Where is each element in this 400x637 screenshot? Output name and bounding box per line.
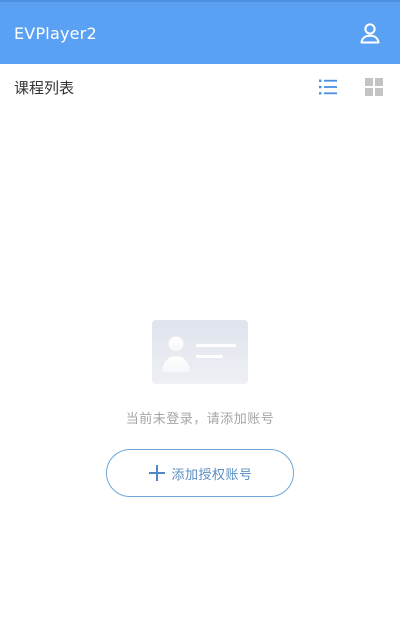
- not-logged-in-message: 当前未登录，请添加账号: [125, 412, 275, 427]
- add-account-button[interactable]: 添加授权账号: [106, 449, 294, 497]
- app-bar: EVPlayer2: [0, 0, 400, 64]
- grid-view-button[interactable]: [362, 75, 386, 99]
- account-button[interactable]: [356, 19, 384, 47]
- course-list-toolbar: 课程列表: [0, 64, 400, 110]
- id-card-icon: [152, 320, 248, 384]
- list-view-button[interactable]: [316, 75, 340, 99]
- app-title: EVPlayer2: [14, 23, 97, 43]
- grid-icon: [365, 78, 383, 96]
- add-account-label: 添加授权账号: [171, 467, 253, 483]
- view-toggle-group: [316, 75, 386, 99]
- plus-icon: [149, 465, 166, 481]
- person-icon: [360, 23, 380, 44]
- list-icon: [319, 79, 337, 95]
- empty-state: 当前未登录，请添加账号 添加授权账号: [0, 320, 400, 497]
- course-list-title: 课程列表: [14, 78, 75, 97]
